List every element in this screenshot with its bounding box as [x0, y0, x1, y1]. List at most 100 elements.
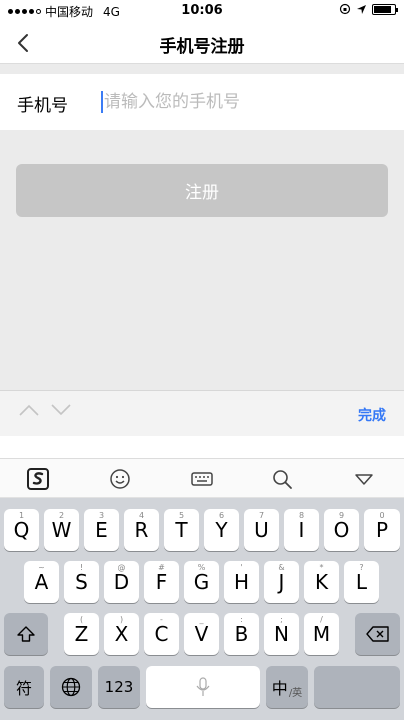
- key-f[interactable]: # F: [144, 561, 179, 603]
- orientation-lock-icon: [339, 3, 351, 15]
- language-switch-key[interactable]: 中/英: [266, 666, 308, 708]
- next-field-icon[interactable]: [50, 403, 72, 417]
- key-l[interactable]: ? L: [344, 561, 379, 603]
- symbol-key[interactable]: 符: [4, 666, 44, 708]
- key-label: H: [233, 570, 250, 594]
- numeric-key[interactable]: 123: [98, 666, 140, 708]
- key-sub-label: ?: [359, 563, 364, 572]
- key-label: Q: [13, 518, 30, 542]
- key-s[interactable]: ! S: [64, 561, 99, 603]
- emoji-icon[interactable]: [108, 467, 132, 491]
- battery-fill: [374, 5, 391, 13]
- shift-key[interactable]: [4, 613, 48, 655]
- key-sub-label: 0: [379, 511, 385, 520]
- key-sub-label: @: [117, 563, 126, 572]
- key-sub-label: 9: [338, 511, 345, 520]
- key-p[interactable]: 0P: [364, 509, 400, 551]
- space-key[interactable]: [146, 666, 260, 708]
- page-title: 手机号注册: [159, 37, 245, 57]
- key-label: Y: [215, 518, 228, 542]
- location-icon: [357, 4, 366, 14]
- key-j[interactable]: & J: [264, 561, 299, 603]
- key-w[interactable]: 2W: [44, 509, 79, 551]
- key-sub-label: ;: [280, 615, 283, 624]
- key-b[interactable]: :B: [224, 613, 259, 655]
- key-label: S: [75, 570, 88, 594]
- globe-key[interactable]: [50, 666, 92, 708]
- key-label: L: [355, 570, 368, 594]
- key-i[interactable]: 8I: [284, 509, 319, 551]
- key-u[interactable]: 7U: [244, 509, 279, 551]
- key-t[interactable]: 5T: [164, 509, 199, 551]
- key-label: U: [254, 518, 269, 542]
- key-label: C: [154, 622, 169, 646]
- register-button[interactable]: 注册: [16, 164, 388, 217]
- key-sub-label: *: [319, 563, 324, 572]
- key-label: Z: [74, 622, 89, 646]
- key-label: N: [274, 622, 289, 646]
- chinese-label: 中: [271, 679, 288, 698]
- key-r[interactable]: 4R: [124, 509, 159, 551]
- key-sub-label: /: [320, 615, 323, 624]
- key-m[interactable]: / M: [304, 613, 339, 655]
- key-sub-label: &: [278, 563, 285, 572]
- key-label: F: [155, 570, 168, 594]
- key-label: O: [333, 518, 350, 542]
- key-sub-label: (: [79, 615, 84, 624]
- keyboard-icon[interactable]: [190, 467, 214, 491]
- key-label: P: [375, 518, 389, 542]
- key-z[interactable]: (Z: [64, 613, 99, 655]
- done-button[interactable]: 完成: [358, 405, 386, 425]
- key-sub-label: _: [199, 615, 204, 624]
- key-label: K: [314, 570, 329, 594]
- english-label: /英: [288, 687, 303, 699]
- key-sub-label: :: [240, 615, 243, 624]
- key-label: V: [194, 622, 209, 646]
- key-label: I: [298, 518, 305, 542]
- key-c[interactable]: -C: [144, 613, 179, 655]
- key-n[interactable]: ; N: [264, 613, 299, 655]
- key-k[interactable]: * K: [304, 561, 339, 603]
- key-sub-label: ': [240, 563, 243, 572]
- key-label: R: [134, 518, 149, 542]
- field-navigation: [18, 403, 72, 417]
- key-g[interactable]: % G: [184, 561, 219, 603]
- battery-icon: [372, 3, 398, 15]
- key-label: A: [34, 570, 49, 594]
- key-v[interactable]: _ V: [184, 613, 219, 655]
- key-q[interactable]: 1Q: [4, 509, 39, 551]
- key-h[interactable]: ' H: [224, 561, 259, 603]
- backspace-icon: [365, 626, 389, 642]
- key-y[interactable]: 6Y: [204, 509, 239, 551]
- status-right: [339, 3, 398, 15]
- key-label: G: [193, 570, 210, 594]
- key-sub-label: 7: [258, 511, 265, 520]
- text-caret: [101, 91, 103, 113]
- key-x[interactable]: ) X: [104, 613, 139, 655]
- key-label: D: [113, 570, 130, 594]
- shift-icon: [17, 626, 35, 642]
- microphone-icon: [196, 677, 210, 696]
- collapse-icon[interactable]: [352, 467, 376, 491]
- key-o[interactable]: 9O: [324, 509, 359, 551]
- key-sub-label: 2: [58, 511, 65, 520]
- globe-icon: [61, 677, 81, 697]
- search-icon[interactable]: [270, 467, 294, 491]
- delete-key[interactable]: [355, 613, 400, 655]
- key-label: X: [114, 622, 129, 646]
- navigation-bar: 手机号注册: [0, 22, 404, 64]
- previous-field-icon[interactable]: [18, 403, 40, 417]
- key-label: M: [312, 622, 331, 646]
- sogou-logo-icon[interactable]: [26, 467, 50, 491]
- phone-input[interactable]: [100, 88, 390, 116]
- ime-toolbar: [0, 458, 404, 498]
- key-sub-label: ~: [38, 563, 45, 572]
- key-sub-label: ): [119, 615, 124, 624]
- key-d[interactable]: @ D: [104, 561, 139, 603]
- key-sub-label: 6: [218, 511, 225, 520]
- return-key[interactable]: [314, 666, 400, 708]
- key-label: J: [278, 570, 285, 594]
- key-sub-label: %: [197, 563, 206, 572]
- key-e[interactable]: 3E: [84, 509, 119, 551]
- key-a[interactable]: ~ A: [24, 561, 59, 603]
